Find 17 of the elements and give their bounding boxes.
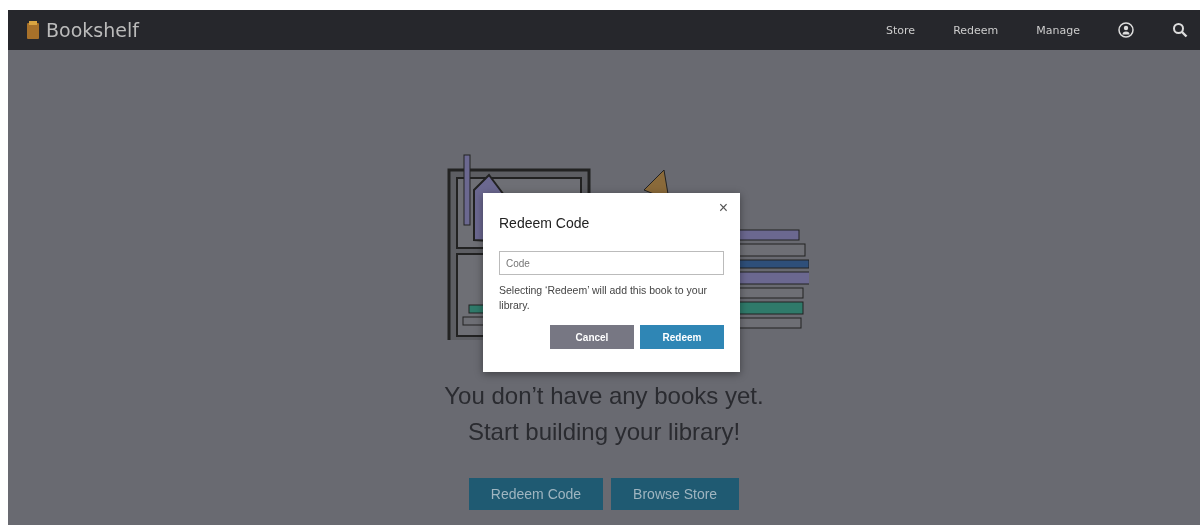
dialog-message: Selecting ‘Redeem’ will add this book to your library. xyxy=(499,283,708,313)
nav-link[interactable]: Redeem xyxy=(953,23,999,37)
dialog-button[interactable]: Redeem xyxy=(640,325,724,349)
close-button[interactable]: × xyxy=(716,199,730,217)
empty-state-text: You don’t have any books yet. xyxy=(444,381,764,411)
page-button[interactable]: Browse Store xyxy=(611,478,740,510)
page-button[interactable]: Redeem Code xyxy=(468,478,604,510)
dialog-button[interactable]: Cancel xyxy=(550,325,634,349)
account-icon[interactable] xyxy=(1118,22,1134,38)
empty-state-text: Start building your library! xyxy=(467,417,741,447)
book-logo-icon xyxy=(26,21,40,39)
app-title: Bookshelf xyxy=(46,19,139,41)
nav-link[interactable]: Store xyxy=(886,23,916,37)
code-field[interactable]: Code xyxy=(499,251,724,275)
dialog-title: Redeem Code xyxy=(499,215,591,231)
search-icon[interactable] xyxy=(1172,22,1188,38)
nav-link[interactable]: Manage xyxy=(1036,23,1080,37)
